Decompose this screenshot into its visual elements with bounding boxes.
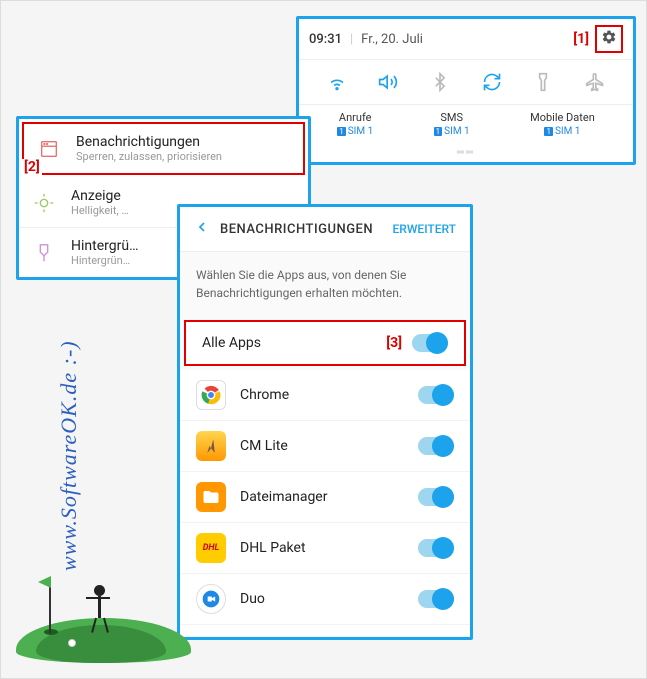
drag-handle-icon[interactable]: ══ (299, 147, 633, 162)
golf-decoration (16, 563, 191, 663)
notifications-detail-panel: BENACHRICHTIGUNGEN ERWEITERT Wählen Sie … (177, 204, 473, 640)
app-toggle[interactable] (418, 590, 454, 608)
clock-date: Fr., 20. Juli (361, 32, 423, 47)
quick-settings-panel: 09:31 | Fr., 20. Juli [1] Anrufe 1SIM 1 … (296, 16, 636, 165)
app-toggle[interactable] (418, 488, 454, 506)
divider: | (350, 32, 353, 47)
app-row-chrome[interactable]: Chrome (180, 370, 470, 421)
chrome-icon (196, 380, 226, 410)
tile-sub: SIM 1 (348, 126, 374, 137)
settings-item-title: Anzeige (71, 188, 296, 204)
tile-title: Mobile Daten (530, 111, 595, 124)
settings-item-subtitle: Sperren, zulassen, priorisieren (76, 150, 291, 163)
app-row-dhl[interactable]: DHL DHL Paket (180, 523, 470, 574)
tile-title: Anrufe (337, 111, 373, 124)
notifications-icon (36, 136, 62, 162)
tile-sub: SIM 1 (444, 126, 470, 137)
display-icon (31, 190, 57, 216)
tile-mobile-data[interactable]: Mobile Daten 1SIM 1 (530, 111, 595, 137)
app-name: Dateimanager (240, 489, 418, 505)
sync-icon[interactable] (478, 68, 506, 96)
airplane-icon[interactable] (581, 68, 609, 96)
annotation-marker-1: [1] (573, 31, 589, 47)
sim-badge-icon: 1 (337, 127, 346, 136)
app-name: CM Lite (240, 438, 418, 454)
dhl-icon: DHL (196, 533, 226, 563)
back-icon[interactable] (194, 219, 210, 239)
sim-tiles-row: Anrufe 1SIM 1 SMS 1SIM 1 Mobile Daten 1S… (299, 104, 633, 147)
sound-icon[interactable] (374, 68, 402, 96)
tile-calls[interactable]: Anrufe 1SIM 1 (337, 111, 373, 137)
settings-item-title: Benachrichtigungen (76, 134, 291, 150)
settings-item-notifications[interactable]: [2] Benachrichtigungen Sperren, zulassen… (22, 122, 305, 175)
app-toggle[interactable] (418, 386, 454, 404)
sim-badge-icon: 1 (434, 127, 443, 136)
sim-badge-icon: 1 (544, 127, 553, 136)
settings-button-highlight (595, 25, 623, 53)
app-row-duo[interactable]: Duo (180, 574, 470, 625)
tile-sms[interactable]: SMS 1SIM 1 (434, 111, 470, 137)
app-toggle[interactable] (418, 437, 454, 455)
quick-toggles-row (299, 59, 633, 104)
annotation-marker-2: [2] (22, 159, 42, 175)
app-list: Chrome CM Lite Dateimanager DHL DHL Pake… (180, 370, 470, 637)
app-row-partial (180, 625, 470, 637)
gear-icon[interactable] (601, 29, 617, 49)
status-bar: 09:31 | Fr., 20. Juli [1] (299, 19, 633, 59)
wifi-icon[interactable] (323, 68, 351, 96)
app-name: Duo (240, 591, 418, 607)
app-row-filemanager[interactable]: Dateimanager (180, 472, 470, 523)
notifications-title: BENACHRICHTIGUNGEN (220, 222, 393, 237)
advanced-button[interactable]: ERWEITERT (393, 222, 456, 236)
paintbrush-icon (31, 240, 57, 266)
filemanager-icon (196, 482, 226, 512)
bluetooth-icon[interactable] (426, 68, 454, 96)
notifications-description: Wählen Sie die Apps aus, von denen Sie B… (180, 252, 470, 316)
duo-icon (196, 584, 226, 614)
all-apps-label: Alle Apps (202, 335, 386, 351)
tile-sub: SIM 1 (555, 126, 581, 137)
all-apps-toggle[interactable] (412, 334, 448, 352)
clock-time: 09:31 (309, 32, 342, 47)
cmlite-icon (196, 431, 226, 461)
all-apps-row[interactable]: Alle Apps [3] (184, 320, 466, 366)
app-toggle[interactable] (418, 539, 454, 557)
watermark-text: www.SoftwareOK.de :-) (56, 340, 82, 571)
notifications-header: BENACHRICHTIGUNGEN ERWEITERT (180, 207, 470, 252)
flashlight-icon[interactable] (529, 68, 557, 96)
app-name: DHL Paket (240, 540, 418, 556)
annotation-marker-3: [3] (386, 335, 402, 351)
tile-title: SMS (434, 111, 470, 124)
app-row-cmlite[interactable]: CM Lite (180, 421, 470, 472)
app-name: Chrome (240, 387, 418, 403)
